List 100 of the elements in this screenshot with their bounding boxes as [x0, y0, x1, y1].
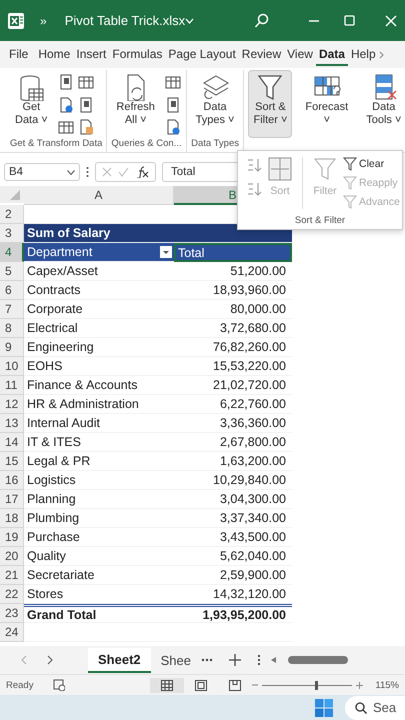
funnel-icon	[313, 157, 337, 181]
row-header[interactable]: 20	[0, 547, 24, 566]
sheet-tab[interactable]: Shee	[150, 648, 202, 672]
row-header[interactable]: 6	[0, 281, 24, 300]
table-cell: 76,82,260.00	[174, 338, 292, 357]
ribbon-button[interactable]: Get Data ˅	[10, 70, 53, 138]
ribbon-tab[interactable]: View	[284, 44, 316, 66]
ribbon-tab[interactable]: File	[6, 44, 32, 66]
name-box[interactable]: B4	[4, 163, 80, 181]
ribbon-button[interactable]: Sort & Filter ˅	[248, 70, 292, 138]
ribbon-tab[interactable]: Review	[238, 44, 284, 66]
row-header[interactable]: 11	[0, 376, 24, 395]
accessibility-icon[interactable]	[53, 679, 66, 691]
chevron-down-icon	[185, 18, 194, 24]
row-header[interactable]: 5	[0, 262, 24, 281]
funnel-icon	[343, 176, 357, 190]
page-layout-icon[interactable]	[195, 680, 208, 690]
normal-view-icon[interactable]	[161, 680, 174, 690]
page-break-icon[interactable]	[229, 680, 242, 690]
close-icon[interactable]	[385, 14, 397, 26]
scroll-right-icon[interactable]	[378, 50, 385, 58]
table-cell: 14,32,120.00	[174, 585, 292, 604]
row-header[interactable]: 4	[0, 243, 24, 262]
row-header[interactable]: 3	[0, 224, 24, 243]
maximize-icon[interactable]	[344, 15, 355, 26]
more-icon[interactable]	[201, 658, 214, 662]
row-header[interactable]: 16	[0, 471, 24, 490]
table-cell: 3,37,340.00	[174, 509, 292, 528]
table-cell: Secretariate	[24, 566, 174, 585]
row-header[interactable]: 21	[0, 566, 24, 585]
table-cell: Legal & PR	[24, 452, 174, 471]
taskbar-search-field[interactable]: Sea	[345, 696, 405, 720]
table-cell: HR & Administration	[24, 395, 174, 414]
row-header[interactable]: 12	[0, 395, 24, 414]
ribbon-button[interactable]: Data Types ˅	[190, 70, 240, 138]
row-header[interactable]: 18	[0, 509, 24, 528]
row-header[interactable]: 14	[0, 433, 24, 452]
scroll-left-icon[interactable]	[271, 657, 276, 663]
table-cell: 5,62,040.00	[174, 547, 292, 566]
ribbon-tab[interactable]: Page Layout	[165, 44, 239, 66]
row-header[interactable]: 23	[0, 604, 24, 623]
more-icon[interactable]	[257, 654, 262, 666]
ribbon-tab[interactable]: Help	[348, 44, 379, 66]
table-cell: Logistics	[24, 471, 174, 490]
pivot-header-cell[interactable]: Total	[174, 243, 292, 262]
zoom-level[interactable]: 115%	[375, 680, 399, 690]
row-header[interactable]: 13	[0, 414, 24, 433]
table-cell: 18,93,960.00	[174, 281, 292, 300]
zoom-slider[interactable]	[262, 680, 352, 690]
row-header[interactable]: 7	[0, 300, 24, 319]
menu-item[interactable]: Clear	[359, 158, 384, 170]
table-cell: 80,000.00	[174, 300, 292, 319]
ribbon-tab[interactable]: Data	[316, 44, 348, 66]
windows-start-icon[interactable]	[315, 698, 333, 716]
group-label: Get & Transform Data	[10, 138, 102, 151]
table-cell: 3,72,680.00	[174, 319, 292, 338]
column-header[interactable]: A	[24, 186, 174, 205]
table-cell: EOHS	[24, 357, 174, 376]
pivot-title: Sum of Salary	[24, 224, 292, 243]
group-label: Sort & Filter	[294, 215, 346, 228]
row-header[interactable]: 19	[0, 528, 24, 547]
sheet-tab[interactable]: Sheet2	[88, 648, 151, 672]
row-header[interactable]: 22	[0, 585, 24, 604]
zoom-in-icon[interactable]	[356, 682, 364, 688]
scroll-right-icon[interactable]	[46, 655, 54, 665]
row-header[interactable]: 9	[0, 338, 24, 357]
row-header[interactable]: 15	[0, 452, 24, 471]
row-header[interactable]: 24	[0, 623, 24, 642]
table-cell: 2,67,800.00	[174, 433, 292, 452]
ribbon-button[interactable]: Forecast ˅	[300, 70, 354, 138]
sort-descending-icon[interactable]	[246, 181, 262, 197]
funnel-icon	[343, 195, 357, 209]
insert-function-icon[interactable]	[135, 166, 149, 178]
filter-dropdown-icon[interactable]	[162, 248, 170, 256]
sort-ascending-icon[interactable]	[246, 157, 262, 173]
file-name[interactable]: Pivot Table Trick.xlsx	[64, 13, 186, 28]
ribbon-tab[interactable]: Insert	[73, 44, 110, 66]
search-icon[interactable]	[254, 12, 270, 28]
ribbon-tab[interactable]: Home	[35, 44, 74, 66]
more-icon[interactable]	[86, 166, 89, 178]
table-cell: Capex/Asset	[24, 262, 174, 281]
ribbon-button[interactable]: Refresh All ˅	[111, 70, 160, 138]
table-cell: IT & ITES	[24, 433, 174, 452]
pivot-header-cell[interactable]: Department	[24, 243, 174, 262]
row-header[interactable]: 10	[0, 357, 24, 376]
ribbon-button[interactable]: Data Tools ˅	[361, 70, 405, 138]
row-header[interactable]: 8	[0, 319, 24, 338]
table-cell: Purchase	[24, 528, 174, 547]
ribbon-tab[interactable]: Formulas	[109, 44, 166, 66]
zoom-out-icon[interactable]	[252, 682, 258, 688]
add-sheet-icon[interactable]	[229, 654, 242, 666]
table-cell: 15,53,220.00	[174, 357, 292, 376]
grand-total-value: 1,93,95,200.00	[174, 604, 292, 623]
row-header[interactable]: 2	[0, 205, 24, 224]
row-header[interactable]: 17	[0, 490, 24, 509]
slider-thumb[interactable]	[314, 680, 318, 690]
status-text: Ready	[6, 680, 34, 690]
more-commands-button[interactable]: »	[40, 14, 47, 28]
table-cell: Engineering	[24, 338, 174, 357]
table-cell: 6,22,760.00	[174, 395, 292, 414]
